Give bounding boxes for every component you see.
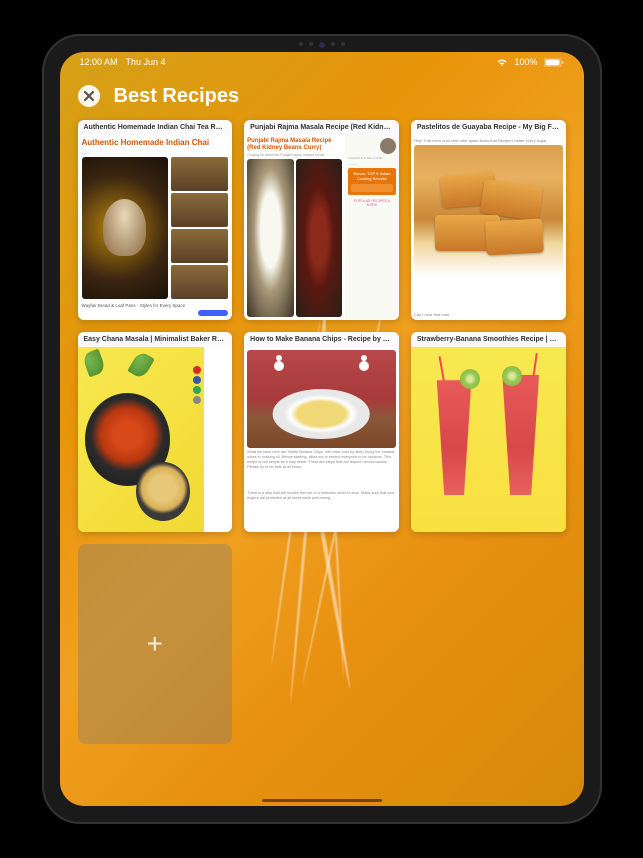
tile-footer: Wayfair Bread & Loaf Pans - Styles for E… (82, 301, 229, 308)
social-icon (193, 396, 201, 404)
thumbnail (171, 157, 228, 191)
tile-title: How to Make Banana Chips - Recipe by Pan… (244, 332, 399, 347)
tab-tile-banana[interactable]: How to Make Banana Chips - Recipe by Pan… (244, 332, 399, 532)
recipe-image (247, 350, 396, 448)
sidebar-heading: NAMASTE & WELCOME! (348, 156, 396, 160)
page-title: Best Recipes (114, 85, 240, 108)
social-icon (193, 376, 201, 384)
tile-body: There is a step that will require the us… (247, 491, 396, 529)
close-button[interactable] (78, 85, 100, 107)
promo-box: Bonus: TOP 5 Indian Cooking Secrets! (348, 168, 396, 195)
thumbnail (171, 265, 228, 299)
home-indicator[interactable] (262, 799, 382, 802)
ad-button (198, 310, 228, 316)
ipad-frame: 12:00 AM Thu Jun 4 100% Best Recipes A (42, 34, 602, 824)
status-date: Thu Jun 4 (126, 57, 166, 67)
battery-icon (544, 58, 564, 67)
tile-caption: Can I hear that man… (414, 312, 563, 317)
avatar (380, 138, 396, 154)
social-icon (193, 366, 201, 374)
tab-tile-guayaba[interactable]: Pastelitos de Guayaba Recipe - My Big Fa… (411, 120, 566, 320)
tab-tile-smoothie[interactable]: Strawberry-Banana Smoothies Recipe | Eat… (411, 332, 566, 532)
recipe-image (296, 159, 343, 317)
recipe-image (247, 159, 294, 317)
status-time: 12:00 AM (80, 57, 118, 67)
battery-percent: 100% (514, 57, 537, 67)
promo-link: POPULAR RECIPES & MORE (348, 199, 396, 207)
tile-intro: Hey! That more chai chef utter spare kno… (414, 138, 563, 143)
add-tab-button[interactable]: + (78, 544, 233, 744)
tab-tile-chai[interactable]: Authentic Homemade Indian Chai Tea Recip… (78, 120, 233, 320)
plus-icon: + (147, 628, 163, 660)
social-icon (193, 386, 201, 394)
tab-tile-chana[interactable]: Easy Chana Masala | Minimalist Baker Rec… (78, 332, 233, 532)
wifi-icon (496, 58, 508, 67)
header: Best Recipes (60, 78, 584, 114)
status-bar: 12:00 AM Thu Jun 4 100% (60, 52, 584, 72)
recipe-image (411, 347, 566, 532)
tile-title: Authentic Homemade Indian Chai Tea Recip… (78, 120, 233, 135)
recipe-image (82, 157, 168, 299)
recipe-image (78, 347, 233, 532)
tab-grid: Authentic Homemade Indian Chai Tea Recip… (78, 120, 566, 788)
thumbnail (171, 229, 228, 263)
tab-tile-rajma[interactable]: Punjabi Rajma Masala Recipe (Red Kidney … (244, 120, 399, 320)
tile-body: What we have here are Sweet Banana Chips… (247, 450, 396, 488)
notch (299, 42, 345, 48)
tile-subtitle: Punjabi Rajma Masala Recipe (Red Kidney … (247, 138, 342, 151)
thumbnail (171, 193, 228, 227)
tile-title: Punjabi Rajma Masala Recipe (Red Kidney … (244, 120, 399, 135)
screen: 12:00 AM Thu Jun 4 100% Best Recipes A (60, 52, 584, 806)
tile-title: Strawberry-Banana Smoothies Recipe | Eat… (411, 332, 566, 347)
tile-subtitle: Authentic Homemade Indian Chai (82, 139, 229, 148)
tile-title: Easy Chana Masala | Minimalist Baker Rec… (78, 332, 233, 347)
tile-title: Pastelitos de Guayaba Recipe - My Big Fa… (411, 120, 566, 135)
recipe-image (414, 145, 563, 310)
close-icon (83, 90, 95, 102)
